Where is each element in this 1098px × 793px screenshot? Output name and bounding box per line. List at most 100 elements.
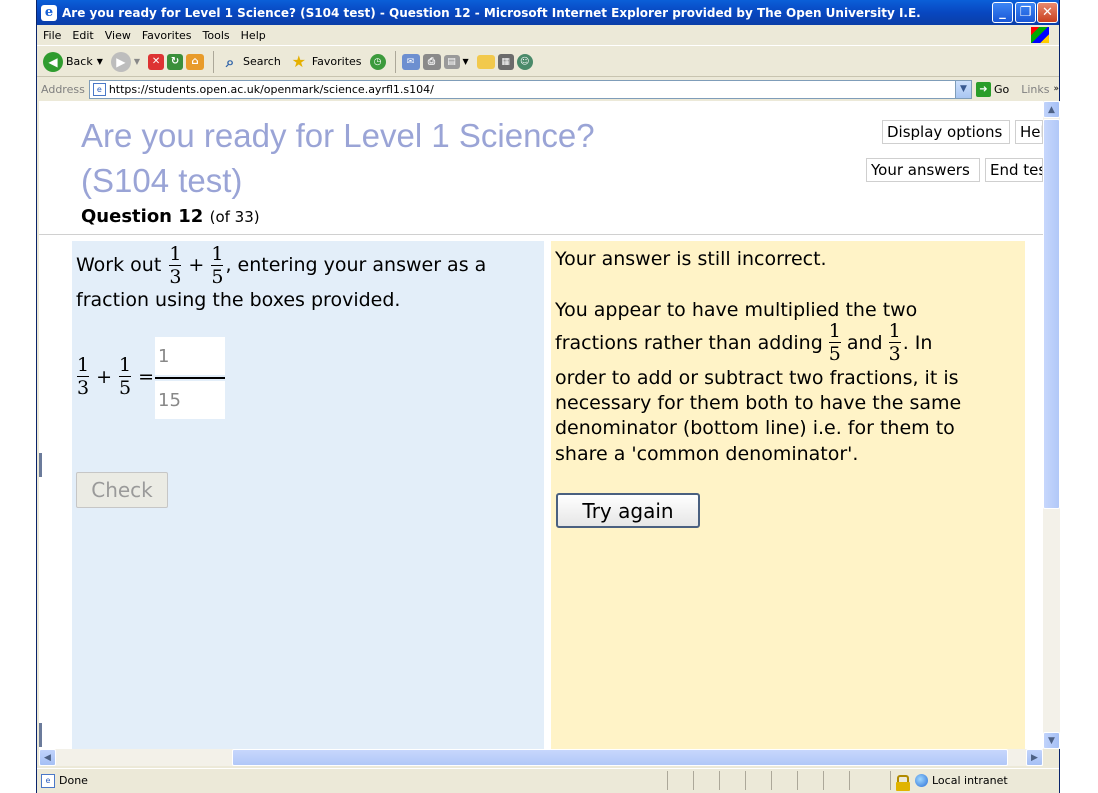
denominator-input[interactable]: 15 (155, 381, 225, 419)
links-button[interactable]: Links (1021, 83, 1049, 96)
page-icon: e (92, 82, 106, 96)
status-cell (823, 771, 849, 790)
fraction-one-third: 13 (77, 355, 89, 398)
feedback-line: necessary for them both to have the same (555, 392, 962, 414)
question-heading: Question 12 (of 33) (81, 206, 260, 227)
answer-fraction-bar (155, 377, 225, 379)
address-input[interactable]: e https://students.open.ac.uk/openmark/s… (88, 79, 972, 99)
display-options-button[interactable]: Display options (882, 120, 1010, 144)
go-button[interactable]: ➜ Go (975, 81, 1010, 97)
horizontal-scroll-thumb[interactable] (232, 749, 1008, 766)
menu-file[interactable]: File (43, 29, 61, 42)
messenger-icon[interactable]: ☺ (516, 53, 533, 70)
favorites-label: Favorites (311, 55, 362, 68)
frac-den: 5 (828, 343, 841, 365)
home-icon[interactable]: ⌂ (186, 53, 205, 70)
feedback-text: fractions rather than adding (555, 331, 823, 354)
left-edge-marker (39, 453, 42, 477)
status-text: Done (59, 774, 88, 787)
edit-icon[interactable]: ▤ (443, 54, 460, 69)
address-label: Address (41, 82, 85, 96)
question-text: Work out 1 3 +1 5, entering your answer as … (76, 244, 486, 287)
links-chevron-icon[interactable]: » (1053, 84, 1059, 94)
forward-arrow-icon: ▶ (110, 51, 131, 72)
menu-favorites[interactable]: Favorites (142, 29, 192, 42)
question-prefix: Work out (76, 254, 162, 276)
lock-icon[interactable] (896, 774, 910, 791)
horizontal-scrollbar[interactable]: ◀ ▶ (39, 749, 1043, 766)
status-cell (771, 771, 797, 790)
address-bar: Address e https://students.open.ac.uk/op… (37, 78, 1059, 100)
maximize-button[interactable]: ❐ (1015, 2, 1036, 23)
frac-num: 1 (888, 320, 901, 342)
status-cell (693, 771, 719, 790)
minimize-button[interactable]: _ (992, 2, 1013, 23)
frac-num: 1 (119, 354, 132, 376)
fraction-one-fifth: 15 (829, 321, 841, 364)
feedback-line: You appear to have multiplied the two (555, 299, 918, 321)
ie-icon: e (41, 4, 57, 21)
favorites-button[interactable]: ★ Favorites (289, 52, 362, 72)
folder-icon[interactable] (476, 54, 495, 69)
menu-edit[interactable]: Edit (72, 29, 93, 42)
history-icon[interactable]: ◷ (369, 53, 386, 70)
back-label: Back (66, 55, 93, 68)
back-button[interactable]: ◀ Back ▼ (43, 51, 103, 72)
window-title: Are you ready for Level 1 Science? (S104… (62, 5, 921, 20)
feedback-line: share a 'common denominator'. (555, 443, 859, 465)
question-panel: Work out 1 3 +1 5, entering your answer as … (72, 241, 544, 749)
forward-dropdown-icon[interactable]: ▼ (134, 57, 140, 66)
go-label: Go (993, 82, 1010, 96)
toolbar-separator (213, 50, 215, 73)
search-label: Search (243, 55, 281, 68)
address-dropdown-icon[interactable]: ▼ (954, 80, 971, 98)
frac-den: 3 (888, 343, 901, 365)
close-button[interactable]: ✕ (1037, 2, 1058, 23)
fraction-one-fifth: 15 (211, 244, 223, 287)
research-icon[interactable]: ▦ (497, 53, 514, 70)
mail-icon[interactable]: ✉ (401, 53, 420, 70)
status-bar: e Done Local intranet (37, 768, 1059, 792)
question-suffix: , entering your answer as a (225, 254, 487, 276)
scroll-right-icon[interactable]: ▶ (1026, 749, 1043, 766)
address-url: https://students.open.ac.uk/openmark/sci… (108, 82, 434, 96)
vertical-scrollbar[interactable]: ▲ ▼ (1043, 101, 1060, 749)
menu-bar: File Edit View Favorites Tools Help (37, 25, 1059, 46)
page-content: Are you ready for Level 1 Science? (S104… (39, 101, 1043, 749)
help-button[interactable]: Help (1015, 120, 1043, 144)
scroll-down-icon[interactable]: ▼ (1043, 732, 1060, 749)
try-again-button[interactable]: Try again (556, 493, 700, 528)
toolbar-separator (394, 50, 396, 73)
end-test-button[interactable]: End test (985, 158, 1043, 182)
stop-icon[interactable]: ✕ (148, 53, 165, 70)
back-arrow-icon: ◀ (43, 51, 63, 72)
forward-button[interactable]: ▶ ▼ (110, 51, 140, 72)
intranet-icon (915, 774, 928, 787)
print-icon[interactable]: ⎙ (422, 53, 441, 70)
your-answers-button[interactable]: Your answers (866, 158, 980, 182)
edit-dropdown-icon[interactable]: ▼ (463, 57, 469, 66)
menu-help[interactable]: Help (241, 29, 266, 42)
vertical-scroll-thumb[interactable] (1043, 119, 1060, 509)
menu-view[interactable]: View (105, 29, 131, 42)
status-cell (745, 771, 771, 790)
check-button[interactable]: Check (76, 472, 168, 508)
scroll-up-icon[interactable]: ▲ (1043, 101, 1060, 118)
refresh-icon[interactable]: ↻ (167, 53, 184, 70)
status-cell (797, 771, 823, 790)
frac-den: 5 (119, 377, 132, 399)
status-cells (667, 771, 875, 790)
status-cell (719, 771, 745, 790)
menu-tools[interactable]: Tools (203, 29, 230, 42)
feedback-panel: Your answer is still incorrect. You appe… (551, 241, 1025, 749)
back-dropdown-icon[interactable]: ▼ (97, 57, 103, 66)
frac-num: 1 (77, 354, 90, 376)
numerator-input[interactable]: 1 (155, 337, 225, 375)
scroll-left-icon[interactable]: ◀ (39, 749, 56, 766)
question-line2: fraction using the boxes provided. (76, 289, 401, 311)
plus-sign: + (96, 365, 113, 388)
search-button[interactable]: ⌕ Search (220, 52, 281, 72)
zone-label: Local intranet (932, 774, 1008, 787)
browser-window: e Are you ready for Level 1 Science? (S1… (36, 0, 1060, 793)
left-edge-marker (39, 723, 42, 747)
